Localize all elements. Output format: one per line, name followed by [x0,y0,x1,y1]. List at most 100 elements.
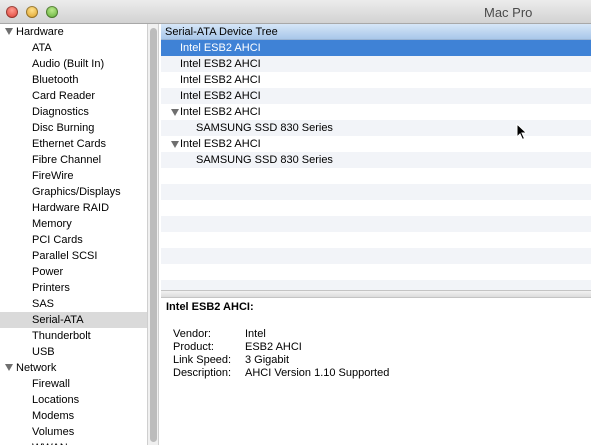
details-pane: Intel ESB2 AHCI: Vendor: Intel Product: ESB… [161,298,591,445]
tree-row-label: SAMSUNG SSD 830 Series [196,122,333,134]
tree-row[interactable]: Intel ESB2 AHCI [161,40,591,56]
device-tree: Serial-ATA Device Tree Intel ESB2 AHCI In… [161,24,591,290]
tree-row-empty [161,248,591,264]
tree-row[interactable]: Intel ESB2 AHCI [161,88,591,104]
sidebar-item-label: Audio (Built In) [32,58,105,70]
tree-row-label: Intel ESB2 AHCI [180,138,261,150]
sidebar-item-bluetooth[interactable]: Bluetooth [0,72,147,88]
tree-row-empty [161,216,591,232]
detail-key-product: Product: [173,341,214,353]
tree-header[interactable]: Serial-ATA Device Tree [161,24,591,40]
details-title: Intel ESB2 AHCI: [166,301,254,313]
sidebar-scroll-thumb[interactable] [150,28,157,442]
sidebar-item-label: Parallel SCSI [32,250,98,262]
sidebar-item-label: Thunderbolt [32,330,91,342]
tree-row-label: Intel ESB2 AHCI [180,58,261,70]
disclosure-triangle-icon[interactable] [171,141,179,148]
tree-row[interactable]: Intel ESB2 AHCI [161,104,591,120]
sidebar: Hardware ATA Audio (Built In) Bluetooth Card… [0,24,147,445]
tree-row-label: Intel ESB2 AHCI [180,90,261,102]
sidebar-item-label: Network [16,362,57,374]
sidebar-item-pci-cards[interactable]: PCI Cards [0,232,147,248]
sidebar-item-label: Firewall [32,378,70,390]
sidebar-item-graphics-displays[interactable]: Graphics/Displays [0,184,147,200]
sidebar-item-memory[interactable]: Memory [0,216,147,232]
tree-row[interactable]: SAMSUNG SSD 830 Series [161,152,591,168]
sidebar-item-label: Locations [32,394,80,406]
tree-row-empty [161,200,591,216]
sidebar-item-label: Hardware RAID [32,202,110,214]
tree-row-label: Intel ESB2 AHCI [180,74,261,86]
sidebar-item-hardware-raid[interactable]: Hardware RAID [0,200,147,216]
sidebar-item-sas[interactable]: SAS [0,296,147,312]
sidebar-item-wwan[interactable]: WWAN [0,440,147,445]
sidebar-item-label: Modems [32,410,75,422]
sidebar-item-label: USB [32,346,55,358]
sidebar-item-label: PCI Cards [32,234,83,246]
sidebar-item-diagnostics[interactable]: Diagnostics [0,104,147,120]
tree-row-empty [161,168,591,184]
sidebar-scrollbar[interactable] [147,24,159,445]
sidebar-item-power[interactable]: Power [0,264,147,280]
sidebar-item-audio-built-in[interactable]: Audio (Built In) [0,56,147,72]
disclosure-triangle-icon[interactable] [5,364,13,371]
sidebar-item-label: Printers [32,282,70,294]
tree-row-label: Intel ESB2 AHCI [180,106,261,118]
sidebar-item-label: SAS [32,298,55,310]
sidebar-item-usb[interactable]: USB [0,344,147,360]
sidebar-item-volumes[interactable]: Volumes [0,424,147,440]
detail-value-link-speed: 3 Gigabit [245,354,290,366]
zoom-button[interactable] [46,6,58,18]
sidebar-item-thunderbolt[interactable]: Thunderbolt [0,328,147,344]
window-title: Mac Pro [484,5,533,20]
sidebar-item-locations[interactable]: Locations [0,392,147,408]
sidebar-item-label: FireWire [32,170,74,182]
sidebar-item-card-reader[interactable]: Card Reader [0,88,147,104]
sidebar-item-parallel-scsi[interactable]: Parallel SCSI [0,248,147,264]
tree-row[interactable]: Intel ESB2 AHCI [161,72,591,88]
sidebar-item-label: Ethernet Cards [32,138,106,150]
title-bar: Mac Pro [0,0,591,24]
sidebar-item-label: Volumes [32,426,75,438]
tree-row-label: SAMSUNG SSD 830 Series [196,154,333,166]
detail-value-description: AHCI Version 1.10 Supported [245,367,390,379]
split-handle[interactable] [161,290,591,298]
tree-row-empty [161,184,591,200]
detail-value-vendor: Intel [245,328,266,340]
sidebar-item-firewall[interactable]: Firewall [0,376,147,392]
sidebar-item-serial-ata[interactable]: Serial-ATA [0,312,147,328]
sidebar-item-label: ATA [32,42,52,54]
detail-key-vendor: Vendor: [173,328,211,340]
sidebar-category-network[interactable]: Network [0,360,147,376]
sidebar-item-label: Diagnostics [32,106,89,118]
tree-row-empty [161,232,591,248]
detail-value-product: ESB2 AHCI [245,341,302,353]
sidebar-item-fibre-channel[interactable]: Fibre Channel [0,152,147,168]
sidebar-item-firewire[interactable]: FireWire [0,168,147,184]
close-button[interactable] [6,6,18,18]
sidebar-item-printers[interactable]: Printers [0,280,147,296]
sidebar-item-label: Power [32,266,64,278]
sidebar-item-label: Serial-ATA [32,314,84,326]
sidebar-item-disc-burning[interactable]: Disc Burning [0,120,147,136]
sidebar-item-label: Graphics/Displays [32,186,121,198]
detail-key-description: Description: [173,367,232,379]
sidebar-item-ata[interactable]: ATA [0,40,147,56]
sidebar-item-label: Bluetooth [32,74,79,86]
tree-row-empty [161,280,591,290]
tree-row-empty [161,264,591,280]
disclosure-triangle-icon[interactable] [5,28,13,35]
minimize-button[interactable] [26,6,38,18]
sidebar-item-label: WWAN [32,440,68,445]
sidebar-item-label: Hardware [16,26,64,38]
sidebar-category-hardware[interactable]: Hardware [0,24,147,40]
sidebar-item-ethernet-cards[interactable]: Ethernet Cards [0,136,147,152]
tree-row[interactable]: Intel ESB2 AHCI [161,56,591,72]
mouse-pointer-icon [516,123,528,141]
sidebar-item-label: Card Reader [32,90,95,102]
sidebar-item-label: Fibre Channel [32,154,102,166]
tree-row-label: Intel ESB2 AHCI [180,42,261,54]
disclosure-triangle-icon[interactable] [171,109,179,116]
sidebar-item-modems[interactable]: Modems [0,408,147,424]
tree-header-label: Serial-ATA Device Tree [165,26,278,38]
